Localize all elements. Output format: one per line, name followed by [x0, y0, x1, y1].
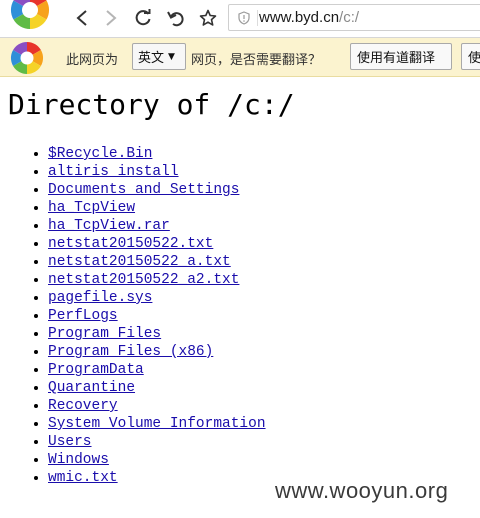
reload-button[interactable] [131, 7, 155, 29]
directory-link[interactable]: ha_TcpView [48, 200, 135, 216]
directory-link[interactable]: ProgramData [48, 362, 144, 378]
directory-link[interactable]: Users [48, 434, 92, 450]
language-value: 英文 [138, 51, 165, 66]
directory-link[interactable]: Program Files [48, 326, 161, 342]
directory-link[interactable]: ha_TcpView.rar [48, 218, 170, 234]
language-select[interactable]: 英文 ▼ [132, 43, 186, 70]
list-item: wmic.txt [48, 469, 266, 487]
list-item: pagefile.sys [48, 289, 266, 307]
directory-link[interactable]: netstat20150522.txt [48, 236, 213, 252]
list-item: Documents and Settings [48, 181, 266, 199]
list-item: $Recycle.Bin [48, 145, 266, 163]
url-text[interactable]: www.byd.cn/c:/ [259, 9, 359, 26]
directory-link[interactable]: Program Files (x86) [48, 344, 213, 360]
directory-link[interactable]: $Recycle.Bin [48, 146, 152, 162]
directory-link[interactable]: pagefile.sys [48, 290, 152, 306]
directory-list: $Recycle.Bin altiris install Documents and… [8, 145, 266, 487]
list-item: Quarantine [48, 379, 266, 397]
browser-logo-icon[interactable] [0, 0, 54, 36]
list-item: Recovery [48, 397, 266, 415]
directory-link[interactable]: Documents and Settings [48, 182, 239, 198]
directory-link[interactable]: System Volume Information [48, 416, 266, 432]
list-item: Program Files (x86) [48, 343, 266, 361]
translate-suffix: 网页，是否需要翻译？ [191, 53, 322, 68]
directory-link[interactable]: Windows [48, 452, 109, 468]
translate-button[interactable]: 使用有道翻译 [350, 43, 452, 70]
list-item: PerfLogs [48, 307, 266, 325]
page-title: Directory of /c:/ [8, 88, 295, 121]
directory-link[interactable]: Recovery [48, 398, 118, 414]
url-host: www.byd.cn [259, 9, 340, 26]
browser-toolbar: www.byd.cn/c:/ [0, 0, 480, 38]
list-item: Windows [48, 451, 266, 469]
address-bar[interactable]: www.byd.cn/c:/ [228, 4, 480, 31]
undo-icon [167, 11, 184, 27]
translate-options-button[interactable]: 使 [461, 43, 480, 70]
forward-icon [106, 10, 117, 26]
directory-link[interactable]: PerfLogs [48, 308, 118, 324]
list-item: netstat20150522.txt [48, 235, 266, 253]
list-item: ha_TcpView.rar [48, 217, 266, 235]
list-item: netstat20150522_a2.txt [48, 271, 266, 289]
list-item: ha_TcpView [48, 199, 266, 217]
translate-logo-icon [10, 41, 44, 75]
address-separator [257, 10, 258, 26]
back-button[interactable] [70, 7, 94, 29]
chevron-down-icon: ▼ [168, 51, 175, 62]
shield-icon [238, 11, 250, 25]
list-item: System Volume Information [48, 415, 266, 433]
reload-icon [135, 9, 151, 26]
list-item: Program Files [48, 325, 266, 343]
back-icon [76, 10, 87, 26]
star-icon [199, 9, 217, 26]
bookmark-button[interactable] [196, 7, 220, 29]
directory-link[interactable]: netstat20150522_a2.txt [48, 272, 239, 288]
directory-link[interactable]: Quarantine [48, 380, 135, 396]
list-item: ProgramData [48, 361, 266, 379]
forward-button[interactable] [99, 7, 123, 29]
undo-button[interactable] [164, 7, 188, 29]
list-item: netstat20150522_a.txt [48, 253, 266, 271]
list-item: Users [48, 433, 266, 451]
directory-link[interactable]: wmic.txt [48, 470, 118, 486]
directory-link[interactable]: altiris install [48, 164, 179, 180]
directory-link[interactable]: netstat20150522_a.txt [48, 254, 231, 270]
list-item: altiris install [48, 163, 266, 181]
url-path: /c:/ [339, 9, 360, 26]
translate-prefix: 此网页为 [66, 53, 119, 68]
watermark: www.wooyun.org [275, 478, 449, 503]
translate-bar: 此网页为 英文 ▼ 网页，是否需要翻译？ 使用有道翻译 使 [0, 38, 480, 77]
